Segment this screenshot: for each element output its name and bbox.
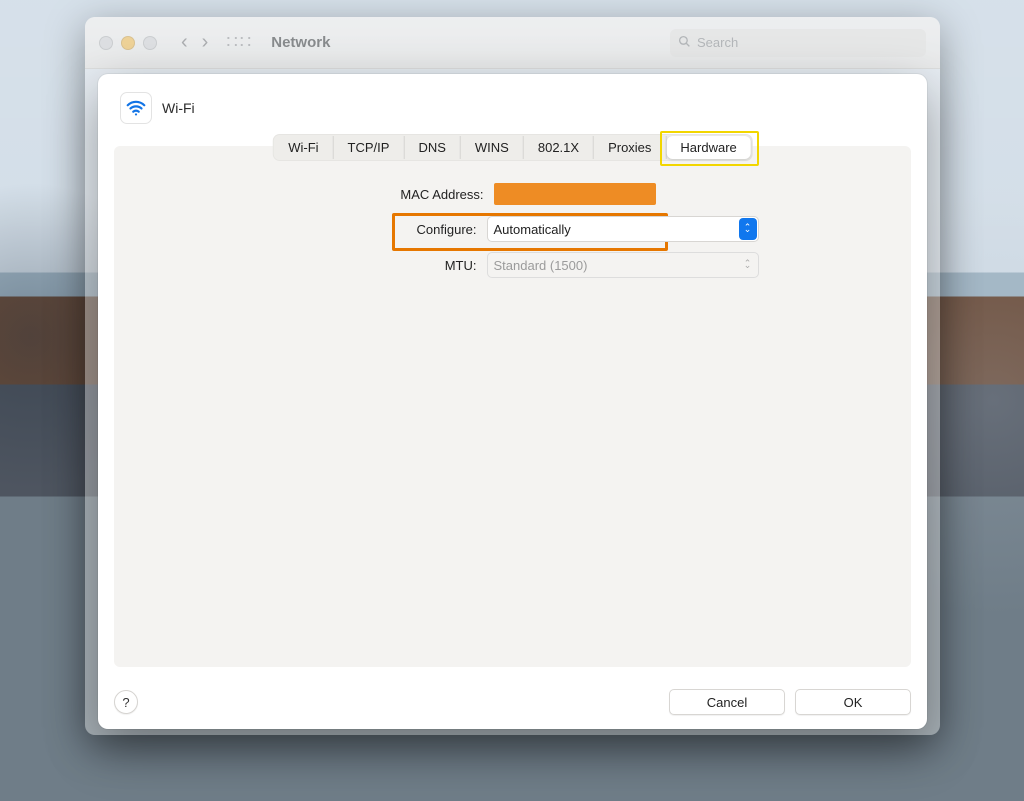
forward-icon[interactable]: › bbox=[202, 31, 209, 54]
mac-address-redaction bbox=[494, 183, 656, 205]
ok-button[interactable]: OK bbox=[795, 689, 911, 715]
tab-tcpip[interactable]: TCP/IP bbox=[334, 136, 405, 159]
search-icon bbox=[678, 35, 691, 51]
minimize-dot[interactable] bbox=[121, 36, 135, 50]
wifi-icon bbox=[120, 92, 152, 124]
mtu-select: Standard (1500) bbox=[487, 252, 759, 278]
configure-select[interactable]: Automatically bbox=[487, 216, 759, 242]
select-stepper-icon[interactable] bbox=[739, 218, 757, 240]
tab-proxies[interactable]: Proxies bbox=[594, 136, 666, 159]
sheet-body: Wi-Fi TCP/IP DNS WINS 802.1X Proxies Har… bbox=[114, 146, 911, 667]
row-mac-address: MAC Address: bbox=[274, 182, 752, 206]
mac-address-value bbox=[494, 182, 752, 206]
back-icon[interactable]: ‹ bbox=[181, 31, 188, 54]
tab-bar: Wi-Fi TCP/IP DNS WINS 802.1X Proxies Har… bbox=[272, 134, 753, 161]
close-dot[interactable] bbox=[99, 36, 113, 50]
sheet-footer: ? Cancel OK bbox=[114, 689, 911, 715]
hardware-form: MAC Address: Configure: Automatically MT… bbox=[114, 182, 911, 278]
desktop-wallpaper: ‹ › ∷∷ Network Search bbox=[0, 0, 1024, 801]
traffic-lights[interactable] bbox=[99, 36, 157, 50]
zoom-dot[interactable] bbox=[143, 36, 157, 50]
tab-hardware[interactable]: Hardware bbox=[666, 136, 750, 159]
mtu-label: MTU: bbox=[267, 258, 477, 273]
search-placeholder: Search bbox=[697, 35, 738, 50]
window-toolbar: ‹ › ∷∷ Network Search bbox=[85, 17, 940, 69]
search-field[interactable]: Search bbox=[670, 29, 926, 57]
show-all-icon[interactable]: ∷∷ bbox=[226, 32, 253, 53]
tab-wifi[interactable]: Wi-Fi bbox=[274, 136, 333, 159]
tab-8021x[interactable]: 802.1X bbox=[524, 136, 594, 159]
wifi-settings-sheet: Wi-Fi Wi-Fi TCP/IP DNS WINS 802.1X Proxi… bbox=[98, 74, 927, 729]
window-title: Network bbox=[271, 34, 330, 51]
mac-address-label: MAC Address: bbox=[274, 187, 484, 202]
configure-label: Configure: bbox=[267, 222, 477, 237]
tab-wins[interactable]: WINS bbox=[461, 136, 524, 159]
help-button[interactable]: ? bbox=[114, 690, 138, 714]
cancel-button[interactable]: Cancel bbox=[669, 689, 785, 715]
configure-value: Automatically bbox=[494, 222, 571, 237]
row-configure: Configure: Automatically bbox=[267, 216, 759, 242]
mtu-value: Standard (1500) bbox=[494, 258, 588, 273]
select-stepper-icon bbox=[739, 254, 757, 276]
tab-dns[interactable]: DNS bbox=[404, 136, 460, 159]
sheet-title: Wi-Fi bbox=[162, 100, 195, 116]
row-mtu: MTU: Standard (1500) bbox=[267, 252, 759, 278]
